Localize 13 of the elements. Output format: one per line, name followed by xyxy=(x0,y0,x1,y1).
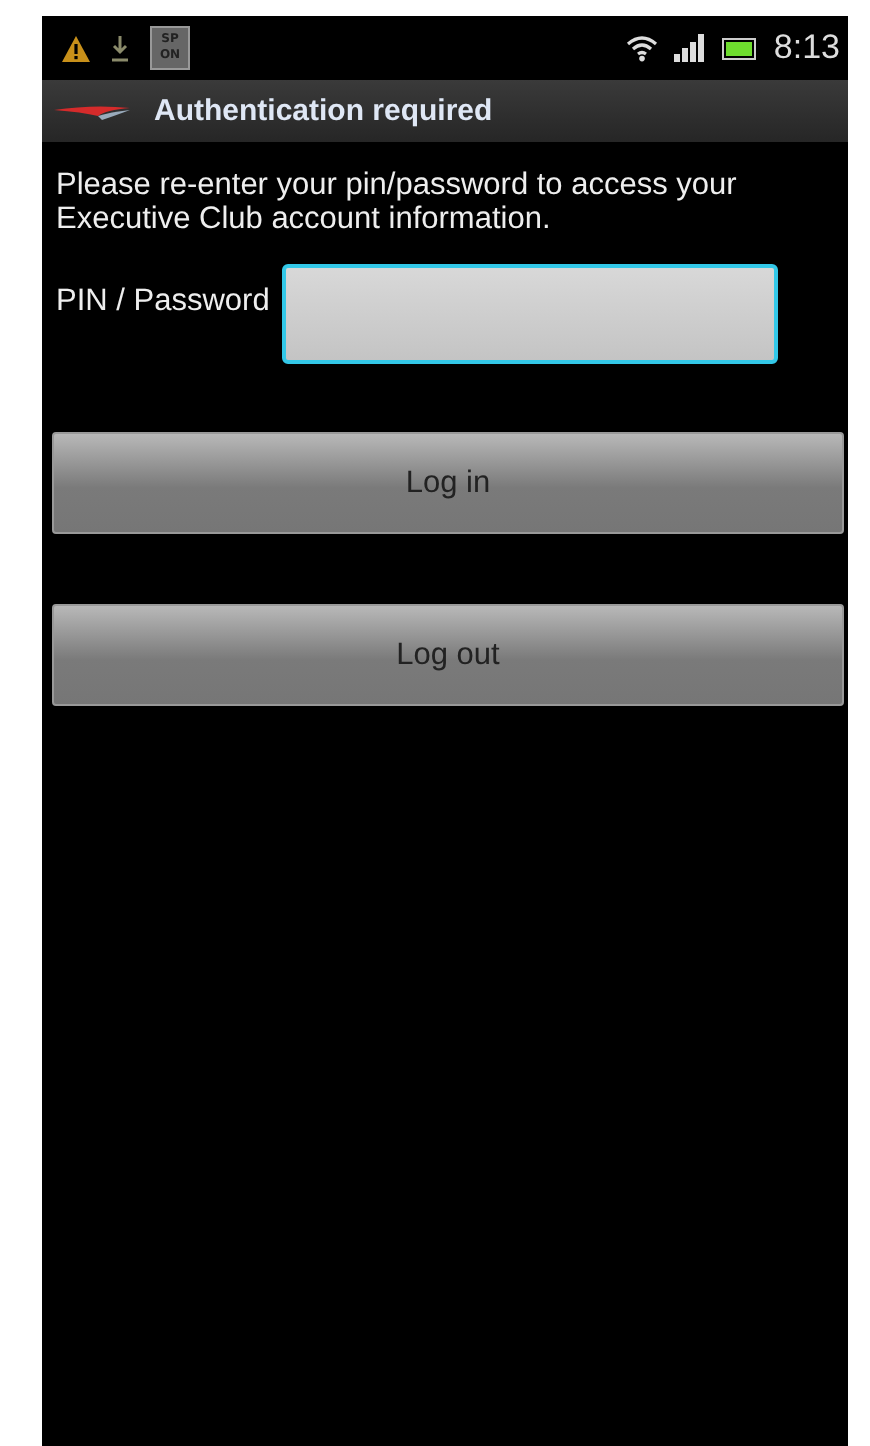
password-field[interactable] xyxy=(281,264,778,364)
action-button[interactable]: Log out xyxy=(52,604,844,706)
action-button[interactable]: Log in xyxy=(52,432,844,534)
signal-icon xyxy=(673,34,706,62)
wifi-icon xyxy=(625,34,658,62)
battery-icon xyxy=(721,37,758,59)
download-icon xyxy=(110,34,130,62)
window-title: Authentication required xyxy=(154,94,493,128)
warning-icon xyxy=(62,35,90,61)
logo-icon xyxy=(54,101,130,121)
instruction-text: Please re-enter your pin/password to access your Executive Club account information. xyxy=(56,168,739,236)
clock-time: 8:13 xyxy=(773,28,840,68)
field-label: PIN / Password xyxy=(56,284,270,320)
